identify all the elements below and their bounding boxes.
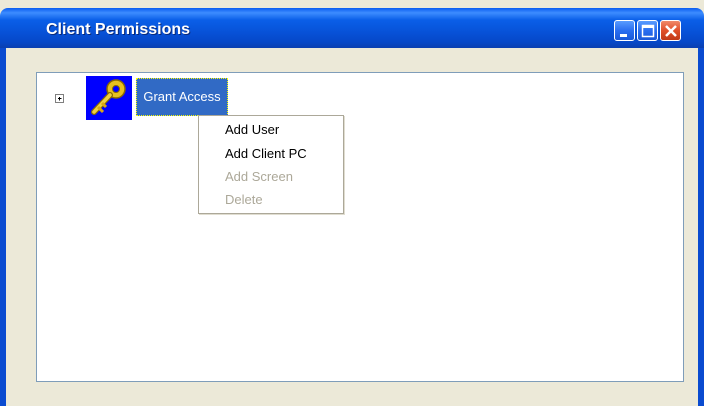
- menu-item-delete: Delete: [225, 192, 263, 207]
- menu-item-add-user[interactable]: Add User: [225, 120, 279, 140]
- close-button[interactable]: [660, 20, 681, 41]
- window-title: Client Permissions: [46, 21, 191, 38]
- plus-box-icon: [58, 97, 62, 101]
- minimize-button[interactable]: [614, 20, 635, 41]
- menu-item-add-client-pc[interactable]: Add Client PC: [225, 144, 307, 164]
- minimize-icon: [620, 34, 627, 37]
- window-frame-right: [698, 48, 704, 406]
- tree-node-grant-access[interactable]: Grant Access: [136, 78, 228, 116]
- key-icon[interactable]: [86, 76, 132, 120]
- window-frame-left: [0, 48, 6, 406]
- close-icon: [665, 25, 677, 37]
- permissions-tree-view[interactable]: [36, 72, 684, 382]
- maximize-button[interactable]: [637, 20, 658, 41]
- title-bar[interactable]: Client Permissions: [0, 8, 704, 48]
- client-permissions-window: Client Permissions Grant Access Add User…: [0, 0, 704, 406]
- menu-item-add-screen: Add Screen: [225, 169, 293, 184]
- context-menu: Add User Add Client PC Add Screen Delete: [198, 115, 344, 214]
- tree-expander[interactable]: [55, 94, 64, 103]
- maximize-icon: [641, 24, 655, 38]
